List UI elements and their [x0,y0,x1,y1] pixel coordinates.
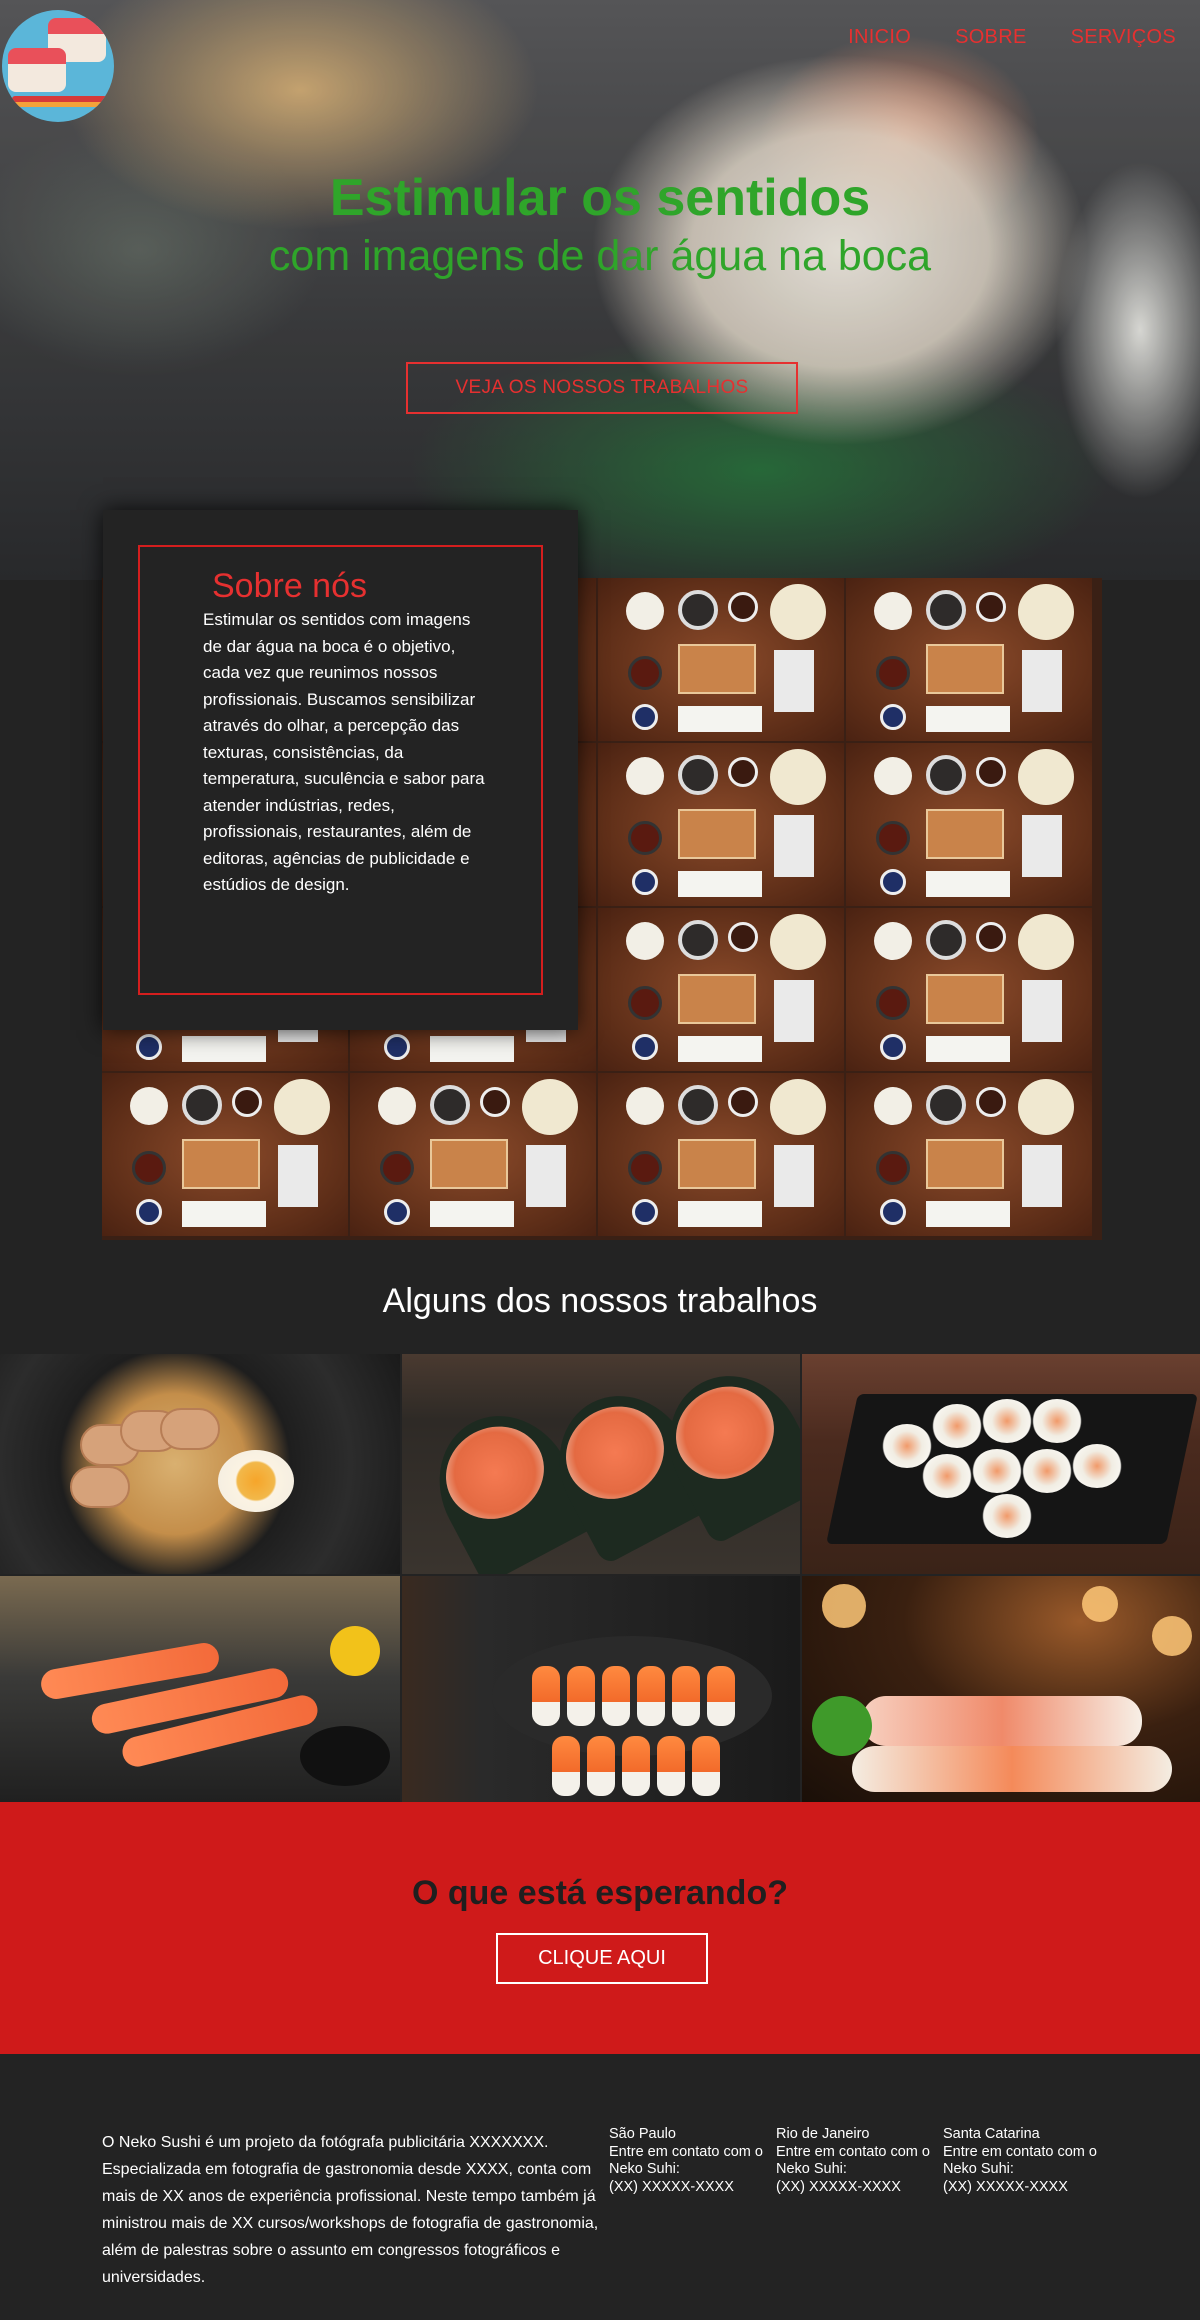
chopsticks-icon [6,102,110,107]
hero-subtitle: com imagens de dar água na boca [268,232,932,280]
city-name: São Paulo [609,2126,676,2142]
city-phone[interactable]: (XX) XXXXX-XXXX [609,2179,769,2197]
work-photo-sushi-rolls[interactable] [802,1354,1200,1574]
pork-slice [70,1466,130,1508]
work-photo-nigiri[interactable] [402,1576,800,1802]
tray-photo-tile [846,908,1092,1071]
footer-city-sao-paulo: São Paulo Entre em contato com o Neko Su… [609,2126,769,2196]
works-heading: Alguns dos nossos trabalhos [382,1282,818,1320]
footer-city-rio-de-janeiro: Rio de Janeiro Entre em contato com o Ne… [776,2126,936,2196]
tray-photo-tile [846,743,1092,906]
tray-photo-tile [598,578,844,741]
footer-city-santa-catarina: Santa Catarina Entre em contato com o Ne… [943,2126,1123,2196]
sushi-roll [1022,1449,1072,1493]
work-photo-temaki[interactable] [402,1354,800,1574]
footer-about-text: O Neko Sushi é um projeto da fotógrafa p… [102,2134,599,2286]
sushi-row [852,1746,1172,1792]
work-photo-ramen[interactable] [0,1354,400,1574]
city-name: Rio de Janeiro [776,2126,870,2142]
hero-section: INICIO SOBRE SERVIÇOS Estimular os senti… [0,0,1200,580]
bokeh-light [1082,1586,1118,1622]
nav-item-inicio[interactable]: INICIO [848,26,911,49]
hero-title: Estimular os sentidos [329,169,871,227]
nigiri [672,1666,700,1726]
cta-title: O que está esperando? [412,1874,788,1912]
about-text: Estimular os sentidos com imagens de dar… [203,610,485,894]
footer: O Neko Sushi é um projeto da fotógrafa p… [0,2054,1200,2320]
see-works-button[interactable]: VEJA OS NOSSOS TRABALHOS [406,362,798,414]
nigiri [637,1666,665,1726]
nigiri [602,1666,630,1726]
neko-sushi-logo[interactable] [2,10,114,122]
city-phone[interactable]: (XX) XXXXX-XXXX [776,2179,936,2197]
works-gallery [0,1354,1200,1802]
tray-photo-tile [846,578,1092,741]
sushi-roll [882,1424,932,1468]
pork-slice [160,1408,220,1450]
city-name: Santa Catarina [943,2126,1040,2142]
soy-bowl [300,1726,390,1786]
sushi-icon [8,48,66,92]
work-photo-sashimi[interactable] [0,1576,400,1802]
sushi-roll [982,1494,1032,1538]
nigiri [552,1736,580,1796]
sushi-roll [932,1404,982,1448]
nigiri [622,1736,650,1796]
about-card: Sobre nós Estimular os sentidos com imag… [103,510,578,1030]
nav-item-servicos[interactable]: SERVIÇOS [1071,26,1176,49]
tray-photo-tile [846,1073,1092,1236]
nav-item-sobre[interactable]: SOBRE [955,26,1027,49]
flower [330,1626,380,1676]
work-photo-sushi-platter[interactable] [802,1576,1200,1802]
bokeh-light [822,1584,866,1628]
tray-photo-tile [598,908,844,1071]
city-contact: Entre em contato com o Neko Suhi: [943,2143,1097,2178]
main-nav: INICIO SOBRE SERVIÇOS [848,26,1176,49]
sushi-roll [922,1454,972,1498]
city-phone[interactable]: (XX) XXXXX-XXXX [943,2179,1123,2197]
tray-photo-tile [598,1073,844,1236]
nigiri [707,1666,735,1726]
cta-section: O que está esperando? CLIQUE AQUI [0,1802,1200,2054]
nigiri [657,1736,685,1796]
city-contact: Entre em contato com o Neko Suhi: [776,2143,930,2178]
garnish [812,1696,872,1756]
nigiri [692,1736,720,1796]
tray-photo-tile [350,1073,596,1236]
sushi-row [862,1696,1142,1746]
tray-photo-tile [102,1073,348,1236]
nigiri [567,1666,595,1726]
sushi-roll [1072,1444,1122,1488]
click-here-button[interactable]: CLIQUE AQUI [496,1933,708,1984]
sushi-roll [982,1399,1032,1443]
tray-photo-tile [598,743,844,906]
sushi-roll [1032,1399,1082,1443]
nigiri [587,1736,615,1796]
sushi-roll [972,1449,1022,1493]
city-contact: Entre em contato com o Neko Suhi: [609,2143,763,2178]
nigiri [532,1666,560,1726]
egg [218,1450,294,1512]
bokeh-light [1152,1616,1192,1656]
about-title: Sobre nós [200,567,379,606]
